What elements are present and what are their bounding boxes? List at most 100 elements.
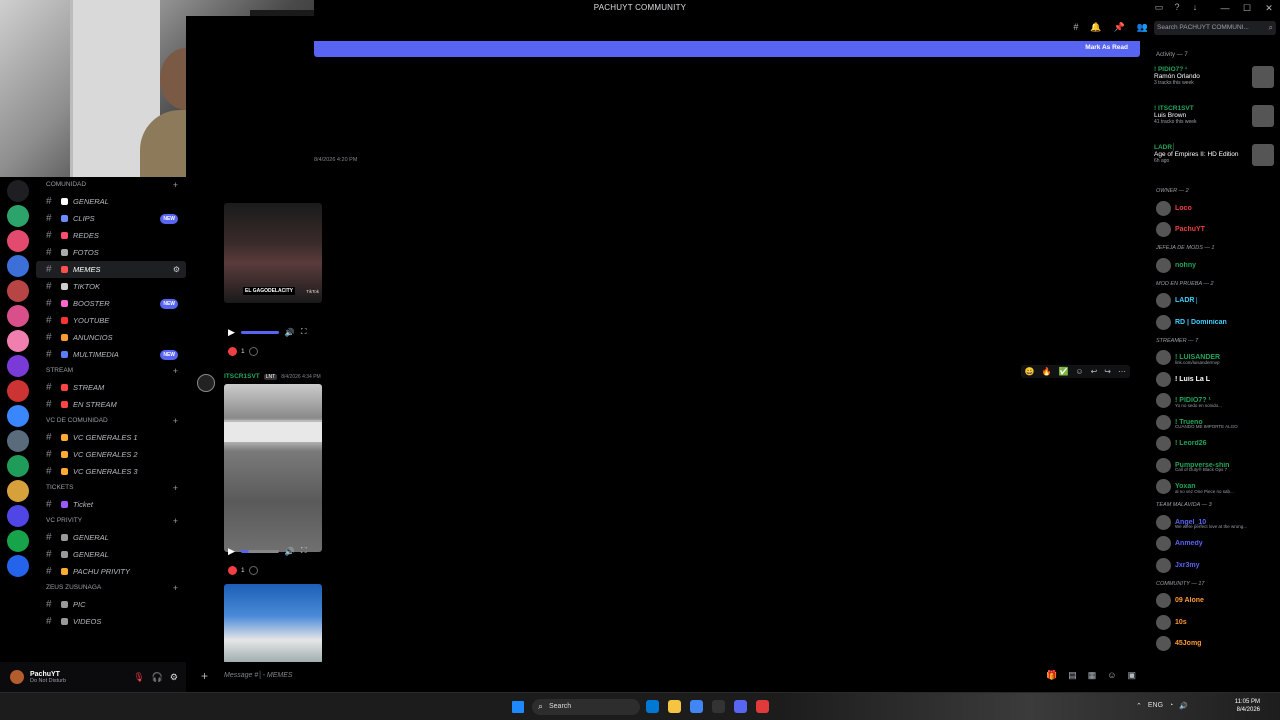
channel-category[interactable]: VC PRIVITY + bbox=[36, 513, 186, 529]
search-input[interactable]: Search PACHUYT COMMUNI... ⌕ bbox=[1154, 21, 1276, 35]
server-icon[interactable] bbox=[7, 330, 29, 352]
server-icon[interactable] bbox=[7, 530, 29, 552]
emoji-icon[interactable]: 😀 bbox=[1025, 367, 1035, 376]
channel-item[interactable]: # TIKTOK bbox=[36, 278, 186, 295]
member-item[interactable]: nohny bbox=[1156, 256, 1278, 274]
server-icon[interactable] bbox=[7, 405, 29, 427]
more-icon[interactable]: ⋯ bbox=[1118, 367, 1126, 376]
new-messages-bar[interactable]: Mark As Read bbox=[314, 41, 1140, 57]
member-item[interactable]: 09 Alone bbox=[1156, 592, 1278, 610]
channel-item[interactable]: # VC GENERALES 1 bbox=[36, 429, 186, 446]
notification-icon[interactable]: 🔔 bbox=[1090, 22, 1101, 33]
minimize-button[interactable]: — bbox=[1214, 0, 1236, 16]
add-channel-icon[interactable]: + bbox=[173, 177, 178, 193]
reaction-emoji[interactable] bbox=[228, 347, 237, 356]
add-channel-icon[interactable]: + bbox=[173, 580, 178, 596]
server-icon[interactable] bbox=[7, 480, 29, 502]
gear-icon[interactable]: ⚙ bbox=[173, 261, 180, 278]
avatar[interactable] bbox=[197, 374, 215, 392]
member-item[interactable]: 45Jomg bbox=[1156, 635, 1278, 653]
download-icon[interactable]: ↓ bbox=[1190, 2, 1200, 12]
edge-icon[interactable] bbox=[646, 700, 659, 713]
channel-category[interactable]: STREAM + bbox=[36, 363, 186, 379]
fullscreen-icon[interactable]: ⛶ bbox=[301, 546, 307, 556]
member-item[interactable]: Jxr3my bbox=[1156, 556, 1278, 574]
help-icon[interactable]: ? bbox=[1172, 2, 1182, 12]
chevron-up-icon[interactable]: ⌃ bbox=[1136, 702, 1142, 710]
progress-bar[interactable] bbox=[240, 549, 279, 553]
add-channel-icon[interactable]: + bbox=[173, 513, 178, 529]
reply-icon[interactable]: ↩ bbox=[1091, 367, 1098, 376]
server-icon[interactable] bbox=[7, 430, 29, 452]
channel-category[interactable]: TICKETS + bbox=[36, 480, 186, 496]
file-explorer-icon[interactable] bbox=[668, 700, 681, 713]
avatar[interactable] bbox=[10, 670, 24, 684]
channel-item[interactable]: # ANUNCIOS bbox=[36, 329, 186, 346]
volume-icon[interactable]: 🔊 bbox=[285, 328, 295, 337]
threads-icon[interactable]: # bbox=[1073, 22, 1078, 33]
channel-item[interactable]: # REDES bbox=[36, 227, 186, 244]
emoji-icon[interactable]: ☺ bbox=[1107, 670, 1116, 681]
chrome-icon[interactable] bbox=[690, 700, 703, 713]
volume-icon[interactable]: 🔊 bbox=[1179, 702, 1188, 710]
member-item[interactable]: ! Trueno CUANDO ME IMPORTE ALGO bbox=[1156, 413, 1278, 431]
fullscreen-icon[interactable]: ⛶ bbox=[301, 327, 307, 337]
headphones-icon[interactable]: 🎧 bbox=[152, 672, 163, 683]
server-icon[interactable] bbox=[7, 380, 29, 402]
clock[interactable]: 11:05 PM 8/4/2026 bbox=[1235, 698, 1260, 714]
message-input[interactable]: Message #│- MEMES bbox=[224, 672, 293, 679]
channel-item[interactable]: # STREAM bbox=[36, 379, 186, 396]
server-icon[interactable] bbox=[7, 180, 29, 202]
forward-icon[interactable]: ↪ bbox=[1104, 367, 1111, 376]
progress-bar[interactable] bbox=[240, 330, 279, 334]
add-reaction-icon[interactable]: ☺ bbox=[1075, 367, 1083, 376]
reaction-emoji[interactable] bbox=[228, 566, 237, 575]
add-reaction-icon[interactable] bbox=[248, 347, 258, 356]
channel-category[interactable]: VC DE COMUNIDAD + bbox=[36, 413, 186, 429]
channel-item[interactable]: # EN STREAM bbox=[36, 396, 186, 413]
channel-item[interactable]: # GENERAL bbox=[36, 546, 186, 563]
channel-item[interactable]: # MULTIMEDIA NEW bbox=[36, 346, 186, 363]
apps-icon[interactable]: ▣ bbox=[1127, 670, 1136, 681]
server-icon[interactable] bbox=[7, 255, 29, 277]
server-icon[interactable] bbox=[7, 205, 29, 227]
obs-icon[interactable] bbox=[756, 700, 769, 713]
language-indicator[interactable]: ENG bbox=[1148, 702, 1163, 710]
video-attachment[interactable] bbox=[224, 384, 322, 552]
member-item[interactable]: Ángel_10 We were perfect love at the wron… bbox=[1156, 513, 1278, 531]
server-icon[interactable] bbox=[7, 455, 29, 477]
add-reaction-icon[interactable] bbox=[248, 566, 258, 575]
member-item[interactable]: Loco bbox=[1156, 199, 1278, 217]
play-icon[interactable]: ▶ bbox=[228, 327, 235, 338]
member-item[interactable]: RD | Dominican bbox=[1156, 313, 1278, 331]
add-channel-icon[interactable]: + bbox=[173, 363, 178, 379]
react-icon[interactable]: 🔥 bbox=[1041, 367, 1051, 376]
member-item[interactable]: Yoxan al no vez One Piece no sab... bbox=[1156, 478, 1278, 496]
video-attachment[interactable]: EL GAGODELACITY TikTok bbox=[224, 203, 322, 303]
channel-item[interactable]: # GENERAL bbox=[36, 529, 186, 546]
mark-as-read-button[interactable]: Mark As Read bbox=[1085, 44, 1128, 51]
pin-icon[interactable]: 📌 bbox=[1114, 22, 1125, 33]
server-icon[interactable] bbox=[7, 305, 29, 327]
channel-item[interactable]: # GENERAL bbox=[36, 193, 186, 210]
add-channel-icon[interactable]: + bbox=[173, 413, 178, 429]
member-item[interactable]: Anmedy bbox=[1156, 535, 1278, 553]
activity-card[interactable]: ! PIDIO7? ¹ Ramón Orlando 3 tracks this we… bbox=[1154, 66, 1278, 102]
server-icon[interactable] bbox=[7, 505, 29, 527]
server-icon[interactable] bbox=[7, 555, 29, 577]
channel-item[interactable]: # VC GENERALES 2 bbox=[36, 446, 186, 463]
channel-item[interactable]: # PIC bbox=[36, 596, 186, 613]
inbox-icon[interactable]: ▭ bbox=[1154, 2, 1164, 12]
volume-icon[interactable]: 🔊 bbox=[285, 547, 295, 556]
channel-category[interactable]: COMUNIDAD + bbox=[36, 177, 186, 193]
member-item[interactable]: ! PIDIO7? ¹ Yo no sedo en sonido... bbox=[1156, 392, 1278, 410]
attach-icon[interactable]: + bbox=[201, 669, 208, 683]
add-channel-icon[interactable]: + bbox=[173, 480, 178, 496]
sticker-icon[interactable]: ▦ bbox=[1088, 670, 1097, 681]
windows-start-icon[interactable] bbox=[512, 701, 524, 713]
member-item[interactable]: ! Luis La L bbox=[1156, 370, 1278, 388]
maximize-button[interactable]: ☐ bbox=[1236, 0, 1258, 16]
gift-icon[interactable]: 🎁 bbox=[1046, 670, 1057, 681]
channel-item[interactable]: # Ticket bbox=[36, 496, 186, 513]
member-item[interactable]: Pumpverse-shin Call of Duty® Black Ops 7 bbox=[1156, 456, 1278, 474]
